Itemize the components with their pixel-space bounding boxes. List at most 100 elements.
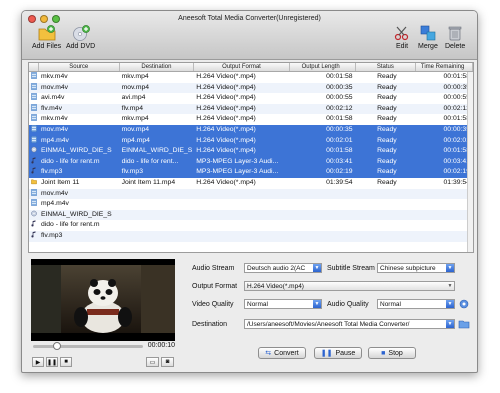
table-row[interactable]: flv.mp3 (29, 230, 473, 242)
stop-icon: ■ (64, 359, 68, 365)
source-cell: mov.m4v (40, 189, 69, 197)
audio-stream-select[interactable]: Deutsch audio 2(AC ▼ (244, 263, 322, 273)
output-format-select[interactable]: H.264 Video(*.mp4) ▼ (244, 281, 455, 291)
output-format-cell: H.264 Video(*.mp4) (196, 136, 256, 144)
time-remaining-cell (416, 210, 473, 221)
add-dvd-label: Add DVD (66, 43, 96, 50)
subtitle-stream-select[interactable]: Chinese subpicture ▼ (377, 263, 455, 273)
destination-cell (120, 220, 195, 231)
output-length-cell (290, 210, 356, 221)
row-icon-cell (29, 220, 39, 231)
row-icon-cell (29, 231, 39, 242)
gear-icon[interactable] (459, 299, 469, 309)
table-row[interactable]: flv.m4v flv.mp4 H.264 Video(*.mp4) 00:02:12… (29, 103, 473, 115)
seek-slider[interactable] (33, 342, 143, 350)
row-icon-cell (29, 199, 39, 210)
edit-button[interactable]: Edit (394, 25, 410, 50)
source-cell: dido - life for rent.m (40, 221, 100, 229)
table-row[interactable]: flv.mp3 flv.mp3 MP3-MPEG Layer-3 Audi... 00… (29, 167, 473, 178)
chevron-down-icon: ▼ (313, 300, 321, 308)
merge-button[interactable]: Merge (418, 25, 438, 50)
pause-playback-button[interactable]: ❚❚ (46, 357, 58, 367)
audio-file-icon (31, 231, 37, 239)
browse-folder-icon[interactable] (458, 319, 470, 329)
video-quality-select[interactable]: Normal ▼ (244, 299, 322, 309)
delete-button[interactable]: Delete (445, 25, 465, 50)
add-files-button[interactable]: Add Files (32, 25, 61, 50)
video-file-icon (31, 93, 37, 101)
pause-button[interactable]: ❚❚ Pause (314, 347, 362, 359)
row-icon-cell (29, 103, 39, 115)
seek-slider-thumb[interactable] (53, 342, 62, 350)
column-header-status[interactable]: Status (356, 63, 417, 71)
column-header-time-remaining[interactable]: Time Remaining (416, 63, 473, 71)
pause-icon: ❚❚ (320, 350, 333, 357)
table-row[interactable]: mkv.m4v mkv.mp4 H.264 Video(*.mp4) 00:01:58… (29, 114, 473, 125)
play-button[interactable]: ▶ (32, 357, 44, 367)
table-row[interactable]: avi.m4v avi.mp4 H.264 Video(*.mp4) 00:00:55… (29, 93, 473, 104)
row-icon-cell (29, 157, 39, 168)
output-length-cell: 00:01:58 (326, 115, 353, 123)
pause-icon: ❚❚ (46, 359, 58, 366)
source-cell: dido - life for rent.m (40, 157, 100, 165)
table-row[interactable]: mov.m4v (29, 188, 473, 200)
destination-cell: flv.mp3 (121, 168, 143, 176)
audio-quality-select[interactable]: Normal ▼ (377, 299, 455, 309)
time-remaining-cell: 00:01:58 (443, 73, 470, 80)
status-cell: Ready (377, 147, 397, 155)
output-format-cell: H.264 Video(*.mp4) (196, 125, 256, 133)
table-row[interactable]: mp4.m4v (29, 199, 473, 210)
stop-playback-button[interactable]: ■ (60, 357, 72, 367)
row-icon-cell (29, 167, 39, 178)
row-icon-cell (29, 72, 39, 83)
output-format-cell: H.264 Video(*.mp4) (196, 104, 256, 112)
source-cell: EINMAL_WIRD_DIE_S (40, 210, 112, 218)
file-list[interactable]: Source Destination Output Format Output … (28, 62, 474, 253)
table-row[interactable]: mkv.m4v mkv.mp4 H.264 Video(*.mp4) 00:01:58… (29, 72, 473, 83)
add-dvd-button[interactable]: Add DVD (66, 25, 95, 50)
scissors-icon (394, 26, 409, 41)
column-header-destination[interactable]: Destination (120, 63, 195, 71)
output-length-cell: 00:00:35 (326, 125, 353, 133)
row-icon-cell (29, 93, 39, 104)
table-row[interactable]: EINMAL_WIRD_DIE_S EINMAL_WIRD_DIE_S H.264 … (29, 146, 473, 157)
file-list-scrollbar[interactable] (467, 72, 473, 252)
open-folder-button[interactable]: ▭ (146, 357, 159, 367)
status-cell: Ready (377, 168, 397, 176)
stop-button[interactable]: ■ Stop (368, 347, 416, 359)
row-icon-cell (29, 125, 39, 136)
row-icon-cell (29, 178, 39, 189)
output-format-cell: H.264 Video(*.mp4) (196, 73, 256, 80)
chevron-down-icon: ▼ (313, 264, 321, 272)
table-row[interactable]: EINMAL_WIRD_DIE_S (29, 209, 473, 221)
table-row[interactable]: dido - life for rent.m (29, 220, 473, 231)
table-row[interactable]: mov.m4v mov.mp4 H.264 Video(*.mp4) 00:00:35… (29, 124, 473, 136)
output-format-value: H.264 Video(*.mp4) (247, 283, 304, 290)
column-header-output-format[interactable]: Output Format (194, 63, 290, 71)
destination-field[interactable]: /Users/aneesoft/Movies/Aneesoft Total Me… (244, 319, 455, 329)
table-row[interactable]: mp4.m4v mp4.mp4 H.264 Video(*.mp4) 00:02:01… (29, 135, 473, 147)
convert-button[interactable]: ⇆ Convert (258, 347, 306, 359)
time-remaining-cell: 01:39:54 (443, 178, 470, 186)
column-header-icon[interactable] (29, 63, 39, 71)
merge-label: Merge (418, 43, 438, 50)
column-header-output-length[interactable]: Output Length (290, 63, 356, 71)
table-row[interactable]: dido - life for rent.m dido - life for re… (29, 156, 473, 168)
column-header-source[interactable]: Source (39, 63, 120, 71)
destination-cell: mkv.mp4 (121, 73, 149, 80)
status-cell (356, 199, 417, 210)
destination-cell (120, 210, 195, 221)
add-files-label: Add Files (32, 43, 62, 50)
output-length-cell (290, 199, 356, 210)
output-length-cell: 00:01:58 (326, 73, 353, 80)
table-row[interactable]: mov.m4v mov.mp4 H.264 Video(*.mp4) 00:00:35… (29, 82, 473, 94)
source-cell: flv.m4v (40, 104, 62, 112)
source-cell: EINMAL_WIRD_DIE_S (40, 147, 112, 155)
output-format-cell (194, 220, 290, 231)
table-row[interactable]: Joint Item 11 Joint Item 11.mp4 H.264 Vide… (29, 178, 473, 189)
status-cell: Ready (377, 115, 397, 123)
snapshot-button[interactable]: ◙ (161, 357, 174, 367)
pause-label: Pause (335, 349, 356, 357)
source-cell: mkv.m4v (40, 115, 68, 123)
chevron-down-icon: ▼ (447, 283, 453, 289)
